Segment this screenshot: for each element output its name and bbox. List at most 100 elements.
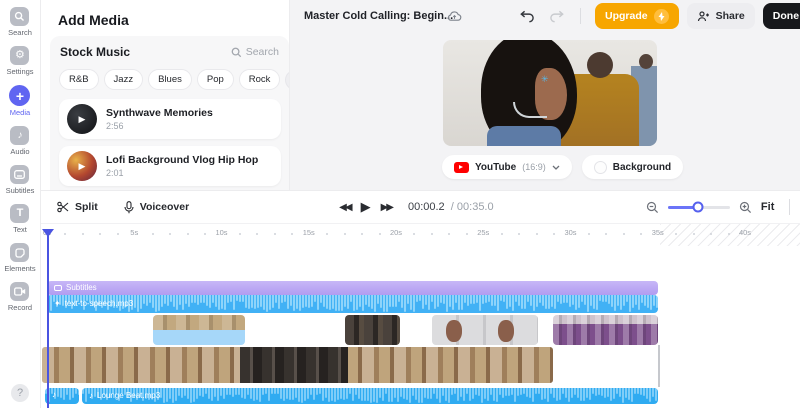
play-icon[interactable]: ▶ <box>67 104 97 134</box>
ruler-label: 40s <box>738 228 752 237</box>
top-region: Add Media Stock Music Search R&B Jazz Blue… <box>41 0 800 190</box>
music-list-item[interactable]: ▶ Synthwave Memories 2:56 <box>59 99 281 139</box>
ruler-label: 30s <box>564 228 577 237</box>
music-note-icon: ♪ <box>52 390 56 399</box>
search-icon <box>231 47 241 57</box>
upgrade-button[interactable]: Upgrade <box>595 3 679 29</box>
track-title: Synthwave Memories <box>106 107 213 119</box>
background-swatch-icon <box>593 160 607 174</box>
tts-audio-track[interactable]: ✦ text-to-speech.mp3 <box>47 295 658 313</box>
sidebar-item-label: Text <box>13 225 27 234</box>
music-list-item[interactable]: ▶ Lofi Background Vlog Hip Hop 2:01 <box>59 146 281 186</box>
genre-pill-rock[interactable]: Rock <box>238 69 281 90</box>
sidebar-item-label: Subtitles <box>5 186 35 195</box>
transport-controls: ◀◀ ▶ ▶▶ <box>339 199 394 215</box>
play-button[interactable]: ▶ <box>361 199 371 215</box>
sidebar-item-search[interactable]: Search <box>8 7 32 37</box>
main-video-track[interactable] <box>42 347 553 383</box>
search-icon <box>10 7 30 26</box>
microphone-icon <box>124 200 134 213</box>
overlay-clip-1[interactable] <box>153 315 245 345</box>
preview-controls: YouTube (16:9) Background <box>290 155 800 179</box>
overlay-clip-3[interactable] <box>432 315 538 345</box>
person-plus-icon <box>697 10 709 21</box>
stock-music-title: Stock Music <box>60 45 131 59</box>
sidebar-item-audio[interactable]: ♪ Audio <box>10 126 30 156</box>
music-list: ▶ Synthwave Memories 2:56 ▶ Lofi Background … <box>59 99 281 186</box>
genre-filter-row: R&BJazzBluesPopRock ··· <box>59 69 289 90</box>
sidebar-item-label: Elements <box>4 264 36 273</box>
play-icon[interactable]: ▶ <box>67 151 97 181</box>
overlay-clip-2[interactable] <box>345 315 400 345</box>
music-note-icon: ♪ <box>10 126 30 145</box>
voiceover-button[interactable]: Voiceover <box>124 200 189 214</box>
audio-clip-short[interactable]: ♪ <box>45 388 79 404</box>
panel-title: Add Media <box>58 12 129 28</box>
timeline-tracks: Subtitles ✦ text-to-speech.mp3 ♪ ♪ Loung… <box>41 246 800 408</box>
done-button[interactable]: Done <box>762 3 800 29</box>
share-button[interactable]: Share <box>686 3 755 29</box>
aspect-ratio-label: (16:9) <box>522 162 546 172</box>
timeline-toolbar: Split Voiceover ◀◀ ▶ ▶▶ 00:00.2 / 00:35.… <box>41 191 800 224</box>
redo-icon[interactable] <box>549 10 566 23</box>
track-duration: 2:56 <box>106 121 124 131</box>
chevron-down-icon <box>552 165 560 170</box>
sidebar-item-label: Settings <box>6 67 34 76</box>
stock-music-search[interactable]: Search <box>231 46 279 58</box>
ruler-label: 35s <box>651 228 664 237</box>
main-column: Add Media Stock Music Search R&B Jazz Blue… <box>41 0 800 408</box>
gear-icon: ⚙ <box>10 46 30 65</box>
platform-label: YouTube <box>474 161 517 173</box>
genre-pill-rb[interactable]: R&B <box>59 69 99 90</box>
zoom-out-icon[interactable] <box>646 201 659 214</box>
ruler-label: 0s <box>43 228 51 237</box>
ruler-label: 20s <box>389 228 403 237</box>
sidebar-item-subtitles[interactable]: Subtitles <box>5 165 35 195</box>
sidebar-item-text[interactable]: T Text <box>10 204 30 234</box>
canvas-size-button[interactable]: YouTube (16:9) <box>441 155 572 179</box>
video-editor-app: Search ⚙ Settings + Media ♪ Audio Subtitles T Tex… <box>0 0 800 408</box>
project-header: Master Cold Calling: Begin... Upgrade Sh… <box>290 0 800 32</box>
ai-sparkle-icon: ✦ <box>54 299 61 308</box>
done-label: Done <box>772 10 800 22</box>
add-media-panel: Add Media Stock Music Search R&B Jazz Blue… <box>41 0 290 190</box>
stock-search-label: Search <box>245 46 279 58</box>
undo-icon[interactable] <box>518 10 535 23</box>
rewind-button[interactable]: ◀◀ <box>339 202 352 213</box>
help-button[interactable]: ? <box>11 384 29 402</box>
stock-music-card: Stock Music Search R&BJazzBluesPopRock··… <box>50 36 289 190</box>
timeline-ruler[interactable]: 0s 5s 10s 15s 20s 25s 30s 35s 40s <box>41 224 800 246</box>
overlay-clip-4[interactable] <box>553 315 658 345</box>
ruler-label: 10s <box>215 228 228 237</box>
sidebar-item-elements[interactable]: Elements <box>4 243 36 273</box>
zoom-in-icon[interactable] <box>739 201 752 214</box>
ruler-label: 25s <box>477 228 490 237</box>
forward-button[interactable]: ▶▶ <box>381 202 394 213</box>
background-button[interactable]: Background <box>581 155 684 179</box>
split-button[interactable]: Split <box>57 201 98 213</box>
text-icon: T <box>10 204 30 223</box>
video-preview[interactable]: ✳ <box>443 40 657 146</box>
genre-pill-jazz[interactable]: Jazz <box>103 69 144 90</box>
youtube-icon <box>453 161 469 173</box>
project-title[interactable]: Master Cold Calling: Begin... <box>304 10 453 22</box>
zoom-slider-knob[interactable] <box>692 201 704 213</box>
zoom-slider[interactable] <box>667 201 730 213</box>
sidebar-item-settings[interactable]: ⚙ Settings <box>6 46 34 76</box>
sidebar-item-label: Search <box>8 28 32 37</box>
fit-button[interactable]: Fit <box>761 201 774 213</box>
current-time: 00:00.2 <box>407 201 445 213</box>
timecode-display: 00:00.2 / 00:35.0 <box>407 201 494 213</box>
sidebar-item-record[interactable]: Record <box>8 282 32 312</box>
genre-pill-pop[interactable]: Pop <box>196 69 234 90</box>
beyond-duration-hatch <box>660 224 800 246</box>
sidebar-item-label: Record <box>7 303 33 312</box>
genre-pill-blues[interactable]: Blues <box>148 69 192 90</box>
sidebar-item-media[interactable]: + Media <box>9 85 31 117</box>
subtitles-track[interactable]: Subtitles <box>47 281 658 295</box>
music-audio-track[interactable]: ♪ Lounge Beat.mp3 <box>82 388 658 404</box>
music-note-icon: ♪ <box>89 391 93 400</box>
zoom-controls: Fit ⚙ <box>646 199 800 215</box>
more-genres-button[interactable]: ··· <box>285 69 289 90</box>
header-divider <box>580 8 581 24</box>
